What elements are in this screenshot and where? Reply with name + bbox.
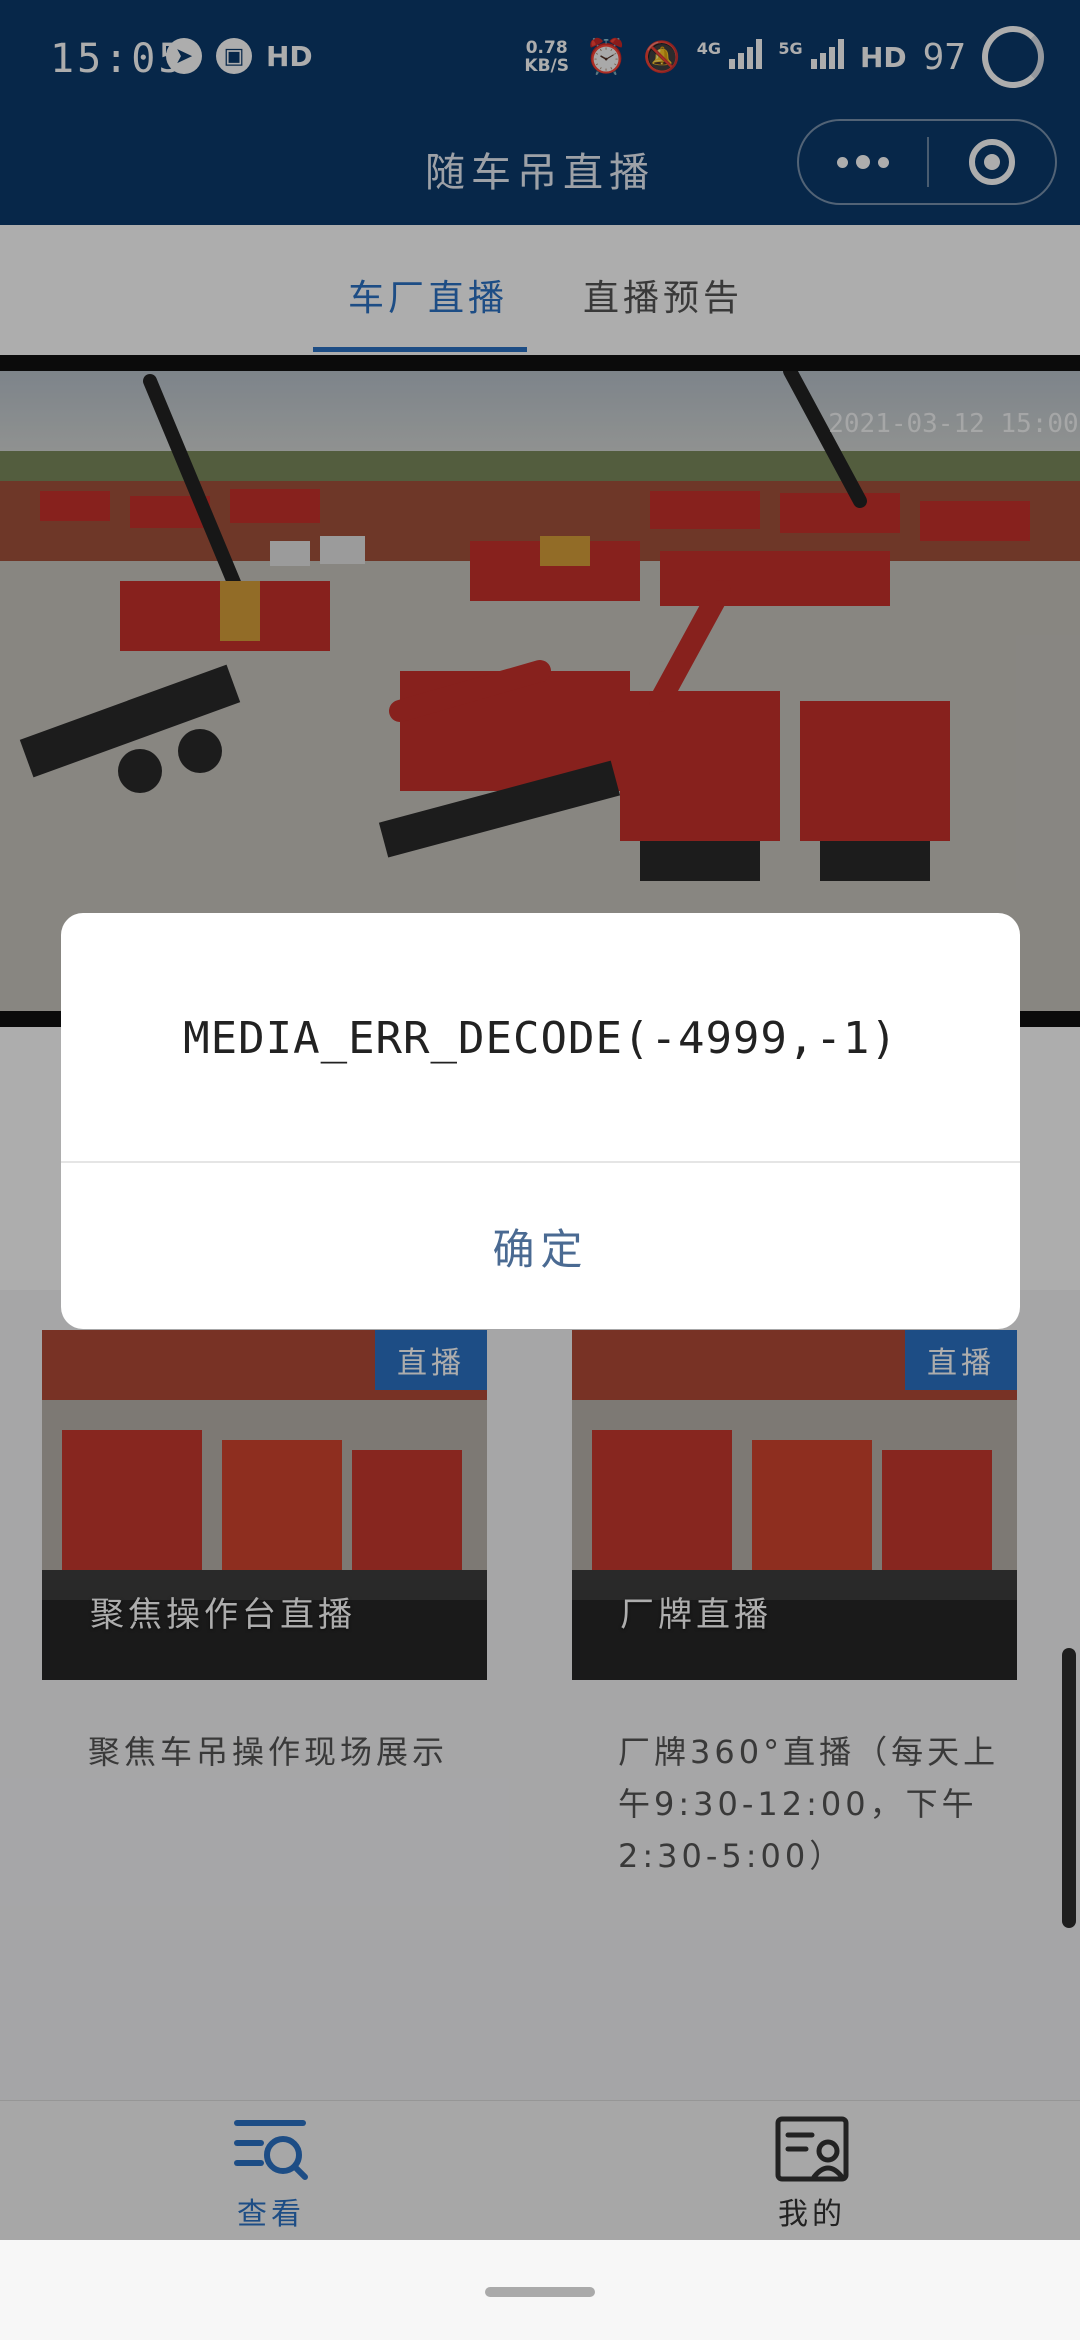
home-indicator-area	[0, 2240, 1080, 2340]
error-dialog: MEDIA_ERR_DECODE(-4999,-1) 确定	[61, 913, 1020, 1329]
dialog-confirm-button[interactable]: 确定	[61, 1163, 1020, 1329]
home-indicator[interactable]	[485, 2287, 595, 2297]
scrollbar[interactable]	[1062, 1648, 1076, 1928]
dialog-message: MEDIA_ERR_DECODE(-4999,-1)	[183, 1012, 898, 1064]
